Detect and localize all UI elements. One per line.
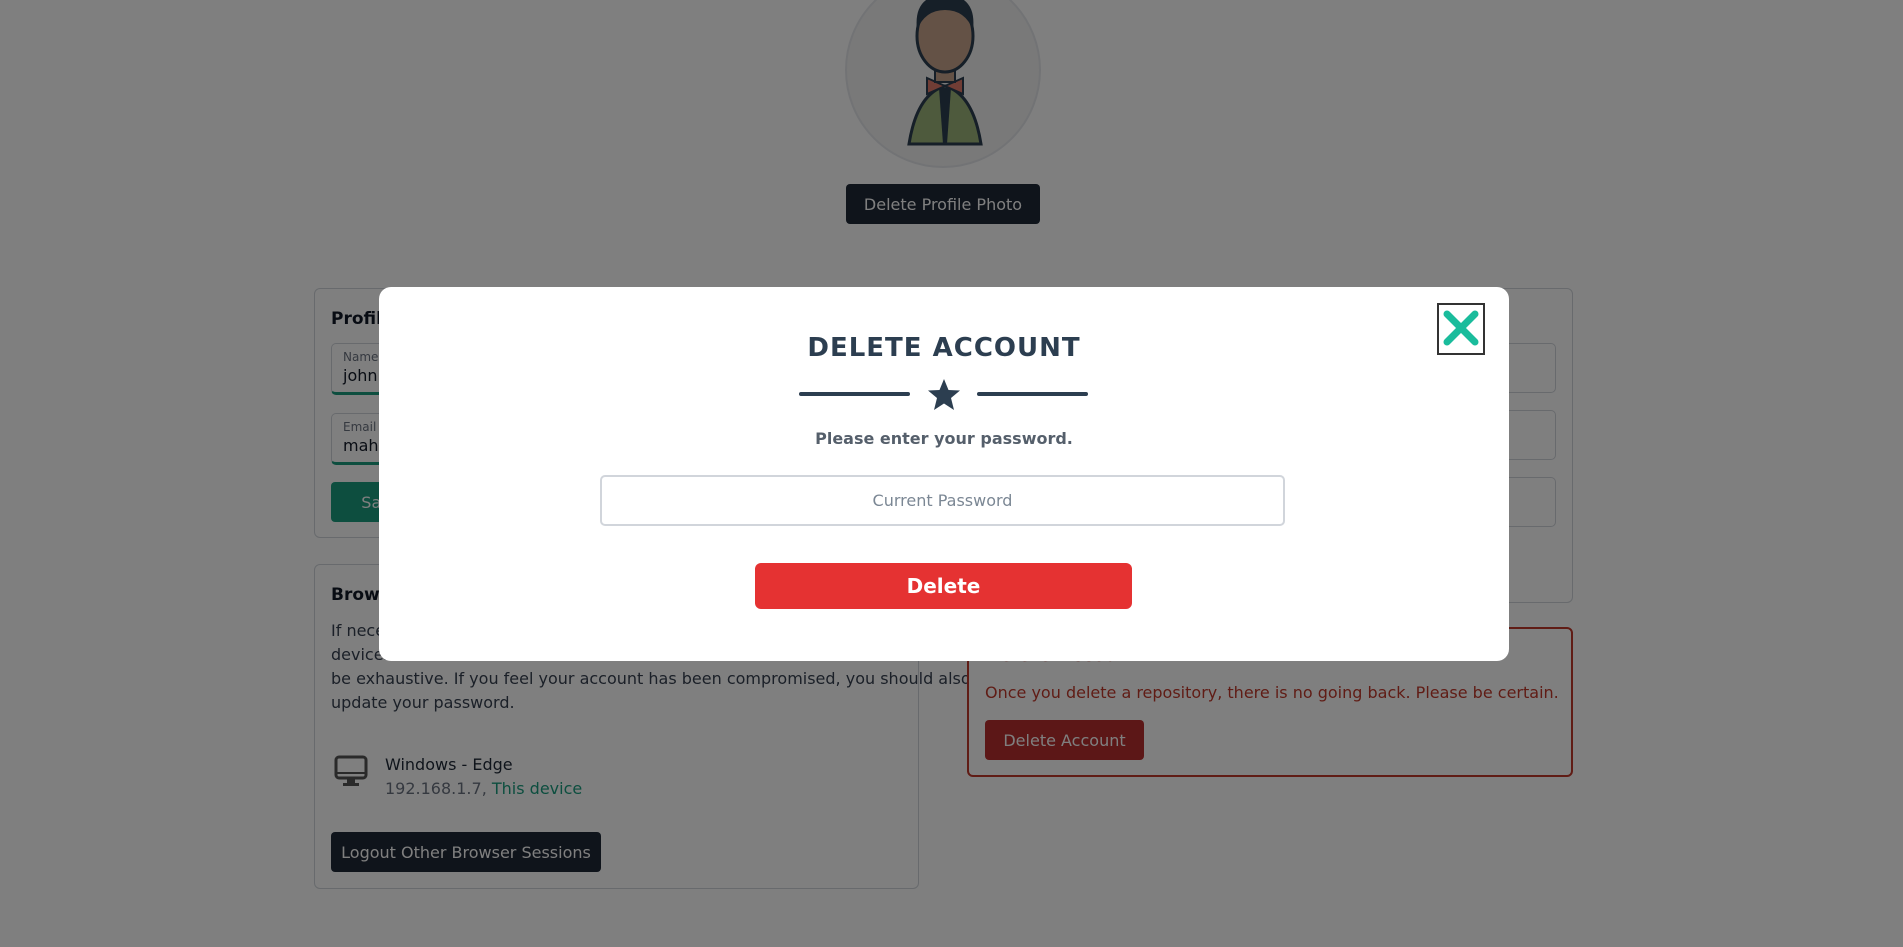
modal-subtitle: Please enter your password. <box>815 429 1073 448</box>
divider-left <box>799 392 910 396</box>
delete-account-modal: DELETE ACCOUNT Please enter your passwor… <box>379 287 1509 661</box>
divider-right <box>977 392 1088 396</box>
star-icon <box>926 378 962 416</box>
delete-button[interactable]: Delete <box>755 563 1132 609</box>
modal-title: DELETE ACCOUNT <box>807 333 1081 363</box>
current-password-input[interactable] <box>600 475 1285 526</box>
